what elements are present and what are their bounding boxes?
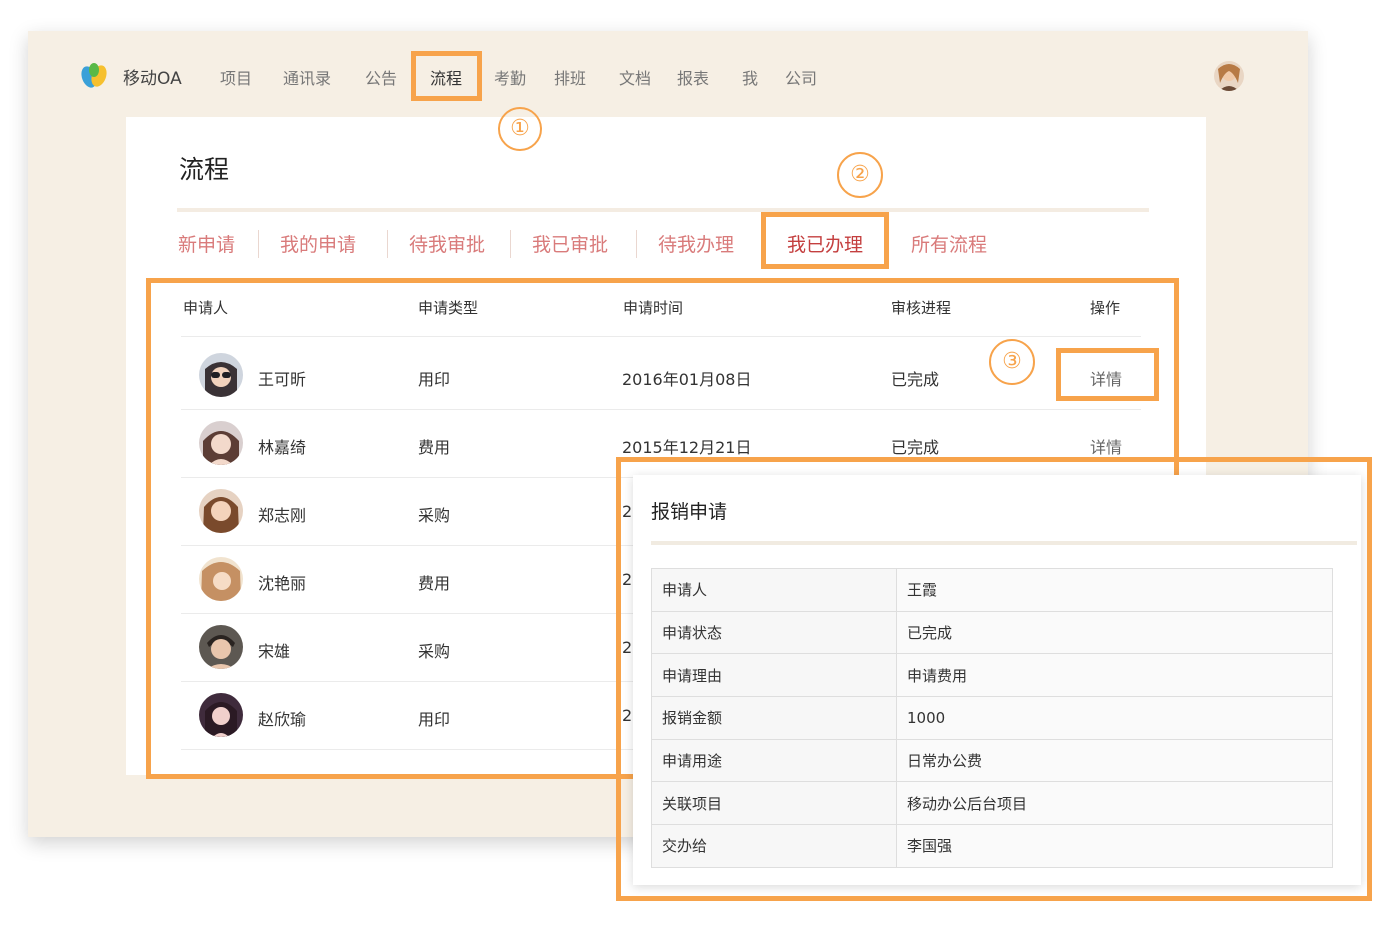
- app-name: 移动OA: [123, 69, 182, 89]
- tab-divider: [510, 230, 511, 258]
- tab-new-request[interactable]: 新申请: [178, 230, 235, 257]
- nav-item-projects[interactable]: 项目: [220, 65, 252, 89]
- user-avatar[interactable]: [1214, 61, 1244, 91]
- tab-approved-by-me[interactable]: 我已审批: [532, 230, 608, 257]
- highlight-details-link: [1056, 348, 1159, 401]
- highlight-tab-handled: [761, 212, 889, 269]
- nav-item-contacts[interactable]: 通讯录: [283, 65, 331, 89]
- tab-divider: [636, 230, 637, 258]
- annotation-number: ③: [989, 339, 1035, 385]
- nav-item-schedule[interactable]: 排班: [554, 65, 586, 89]
- tab-divider: [258, 230, 259, 258]
- tab-pending-approval[interactable]: 待我审批: [409, 230, 485, 257]
- nav-item-reports[interactable]: 报表: [677, 65, 709, 89]
- nav-item-documents[interactable]: 文档: [619, 65, 651, 89]
- tab-my-requests[interactable]: 我的申请: [280, 230, 356, 257]
- app-logo-icon: [79, 60, 109, 90]
- highlight-nav-workflow: [411, 51, 482, 101]
- nav-item-announcements[interactable]: 公告: [365, 65, 397, 89]
- page-title: 流程: [179, 155, 230, 184]
- title-divider: [177, 208, 1149, 212]
- annotation-number: ②: [837, 152, 883, 198]
- annotation-number: ①: [498, 107, 542, 151]
- nav-item-attendance[interactable]: 考勤: [494, 65, 526, 89]
- tab-all-workflows[interactable]: 所有流程: [911, 230, 987, 257]
- tab-pending-handling[interactable]: 待我办理: [658, 230, 734, 257]
- nav-item-me[interactable]: 我: [742, 65, 758, 89]
- tab-divider: [387, 230, 388, 258]
- highlight-popup: [616, 457, 1372, 901]
- nav-item-company[interactable]: 公司: [785, 65, 817, 89]
